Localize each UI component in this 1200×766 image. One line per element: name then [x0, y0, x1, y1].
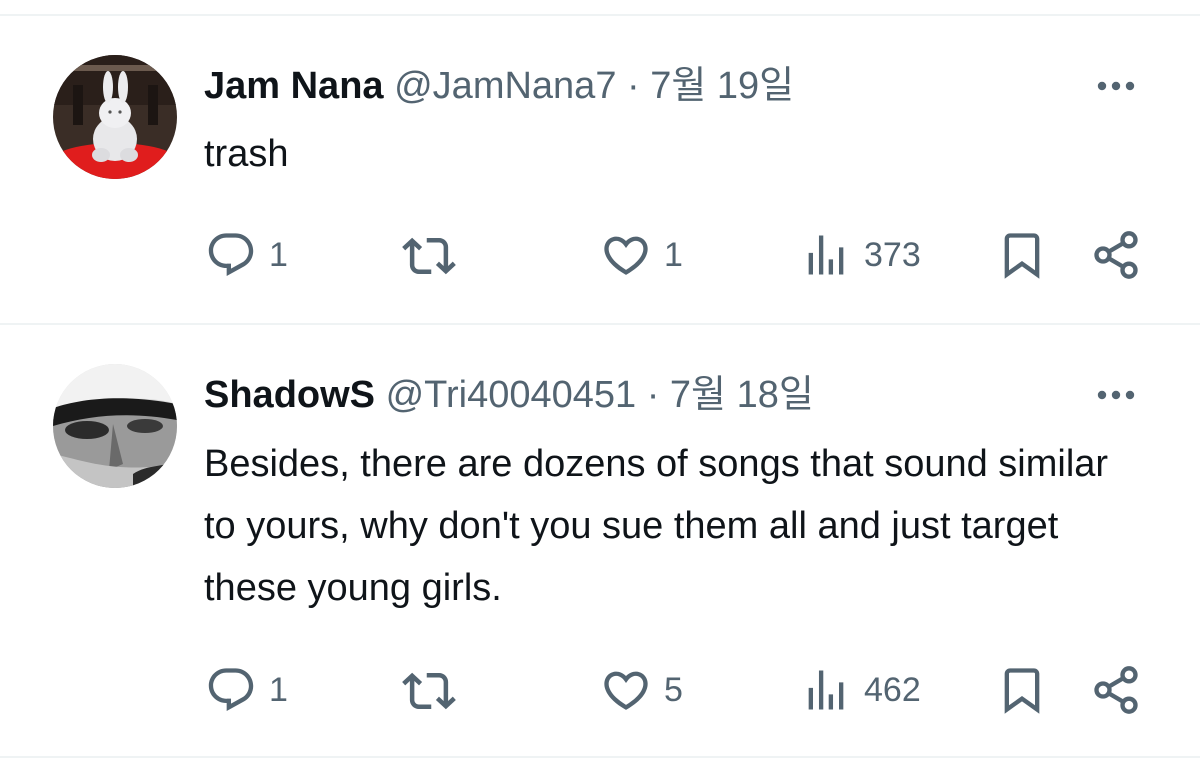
retweet-button[interactable] [402, 229, 456, 283]
top-divider [0, 14, 1200, 16]
more-button[interactable] [1092, 74, 1140, 98]
more-icon [1097, 81, 1135, 91]
grayscale-face-avatar [53, 364, 177, 488]
white-rabbit-figure-avatar [53, 55, 177, 179]
views-button[interactable]: 462 [800, 664, 921, 716]
share-button[interactable] [1090, 662, 1142, 718]
tweet-header: ShadowS @Tri40040451 · 7월 18일 [204, 372, 814, 418]
views-icon [808, 235, 844, 275]
bookmark-icon [1004, 668, 1040, 714]
like-count: 5 [664, 670, 683, 709]
avatar[interactable] [53, 55, 177, 179]
more-button[interactable] [1092, 383, 1140, 407]
like-button[interactable]: 1 [600, 229, 683, 281]
handle[interactable]: @Tri40040451 [386, 374, 637, 416]
action-bar: 1 1 373 [0, 225, 1200, 285]
bookmark-button[interactable] [996, 662, 1048, 718]
more-icon [1097, 390, 1135, 400]
views-button[interactable]: 373 [800, 229, 921, 281]
reply-icon [208, 668, 254, 712]
separator: · [646, 374, 660, 416]
avatar[interactable] [53, 364, 177, 488]
retweet-icon [402, 672, 456, 710]
like-count: 1 [664, 235, 683, 274]
retweet-button[interactable] [402, 664, 456, 718]
tweet-date[interactable]: 7월 18일 [670, 374, 814, 416]
share-button[interactable] [1090, 227, 1142, 283]
reply-button[interactable]: 1 [205, 664, 288, 716]
like-button[interactable]: 5 [600, 664, 683, 716]
reply-count: 1 [269, 670, 288, 709]
tweet-text: Besides, there are dozens of songs that … [204, 443, 1109, 609]
tweet-date[interactable]: 7월 19일 [650, 65, 794, 107]
action-bar: 1 5 462 [0, 660, 1200, 720]
share-icon [1094, 231, 1138, 279]
bookmark-icon [1004, 233, 1040, 279]
tweet-text: trash [204, 133, 289, 175]
share-icon [1094, 666, 1138, 714]
display-name[interactable]: ShadowS [204, 374, 375, 416]
view-count: 462 [864, 670, 921, 709]
bookmark-button[interactable] [996, 227, 1048, 283]
display-name[interactable]: Jam Nana [204, 65, 384, 107]
reply-count: 1 [269, 235, 288, 274]
like-icon [604, 236, 648, 275]
reply-icon [208, 233, 254, 277]
like-icon [604, 671, 648, 710]
retweet-icon [402, 237, 456, 275]
tweet-divider [0, 323, 1200, 325]
reply-button[interactable]: 1 [205, 229, 288, 281]
bottom-divider [0, 756, 1200, 758]
separator: · [627, 65, 640, 107]
view-count: 373 [864, 235, 921, 274]
views-icon [808, 670, 844, 710]
handle[interactable]: @JamNana7 [394, 65, 616, 107]
tweet-header: Jam Nana @JamNana7 · 7월 19일 [204, 63, 794, 109]
